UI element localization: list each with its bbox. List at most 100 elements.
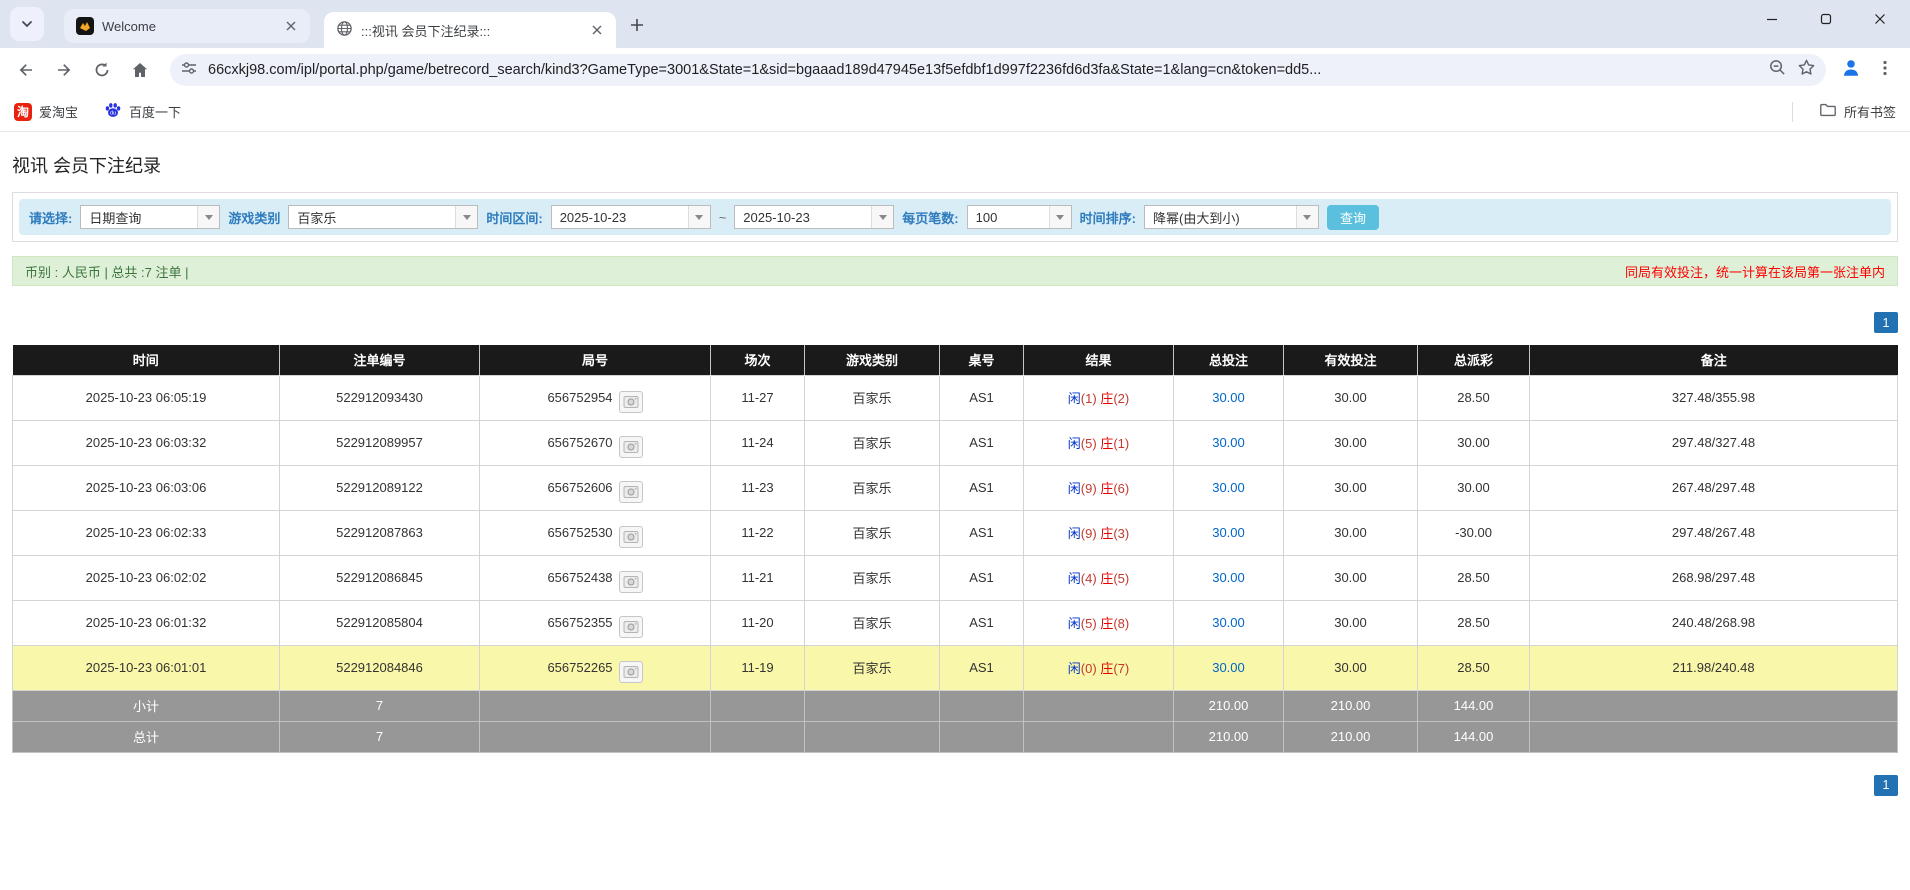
profile-icon[interactable] bbox=[1840, 57, 1862, 84]
round-number: 656752954 bbox=[547, 390, 612, 405]
page-size-select[interactable]: 100 bbox=[967, 205, 1072, 229]
total-bet-link[interactable]: 30.00 bbox=[1212, 480, 1245, 495]
bookmark-label: 爱淘宝 bbox=[39, 102, 78, 121]
bet-table-body: 2025-10-23 06:05:19 522912093430 6567529… bbox=[13, 375, 1898, 752]
total-bet-link[interactable]: 30.00 bbox=[1212, 570, 1245, 585]
round-cell: 656752954 bbox=[480, 375, 711, 420]
home-button[interactable] bbox=[124, 54, 156, 86]
payout: -30.00 bbox=[1418, 510, 1530, 555]
tab-search-button[interactable] bbox=[10, 7, 44, 41]
close-button[interactable] bbox=[1866, 5, 1894, 33]
address-bar[interactable]: 66cxkj98.com/ipl/portal.php/game/betreco… bbox=[170, 54, 1826, 86]
total-bet-link[interactable]: 30.00 bbox=[1212, 525, 1245, 540]
url-text[interactable]: 66cxkj98.com/ipl/portal.php/game/betreco… bbox=[208, 62, 1758, 78]
total-bet-link[interactable]: 30.00 bbox=[1212, 615, 1245, 630]
page-number-button[interactable]: 1 bbox=[1874, 312, 1898, 333]
table-number: AS1 bbox=[940, 600, 1024, 645]
bookmark-label: 百度一下 bbox=[129, 102, 181, 121]
total-bet-link[interactable]: 30.00 bbox=[1212, 435, 1245, 450]
date-from-input[interactable]: 2025-10-23 bbox=[551, 205, 711, 229]
page-number-button[interactable]: 1 bbox=[1874, 775, 1898, 796]
round-cell: 656752530 bbox=[480, 510, 711, 555]
player-score: (5) bbox=[1081, 616, 1097, 631]
bet-number: 522912084846 bbox=[280, 645, 480, 690]
player-score: (0) bbox=[1081, 661, 1097, 676]
new-tab-button[interactable] bbox=[622, 10, 652, 40]
round-video-icon[interactable] bbox=[619, 526, 643, 548]
summary-count: 7 bbox=[280, 721, 480, 752]
bookmark-star-icon[interactable] bbox=[1797, 58, 1816, 82]
round-number: 656752265 bbox=[547, 660, 612, 675]
total-bet-cell: 30.00 bbox=[1174, 420, 1284, 465]
table-number: AS1 bbox=[940, 465, 1024, 510]
result-cell: 闲(5) 庄(1) bbox=[1024, 420, 1174, 465]
chevron-down-icon[interactable] bbox=[1049, 206, 1071, 228]
query-mode-select[interactable]: 日期查询 bbox=[80, 205, 220, 229]
chevron-down-icon[interactable] bbox=[455, 206, 477, 228]
tab-close-icon[interactable] bbox=[588, 21, 606, 39]
result-cell: 闲(0) 庄(7) bbox=[1024, 645, 1174, 690]
all-bookmarks-button[interactable]: 所有书签 bbox=[1819, 101, 1896, 122]
currency-summary-text: 币别 : 人民币 | 总共 :7 注单 | bbox=[25, 262, 189, 281]
column-header: 场次 bbox=[711, 345, 805, 375]
bet-time: 2025-10-23 06:03:32 bbox=[13, 420, 280, 465]
remark: 297.48/267.48 bbox=[1530, 510, 1898, 555]
total-bet-link[interactable]: 30.00 bbox=[1212, 390, 1245, 405]
tab-welcome[interactable]: Welcome bbox=[64, 9, 310, 43]
pagination-bottom: 1 bbox=[12, 775, 1898, 796]
summary-row: 总计 7 210.00 210.00 144.00 bbox=[13, 721, 1898, 752]
menu-kebab-icon[interactable] bbox=[1876, 59, 1894, 82]
maximize-button[interactable] bbox=[1812, 5, 1840, 33]
chevron-down-icon[interactable] bbox=[871, 206, 893, 228]
round-video-icon[interactable] bbox=[619, 661, 643, 683]
game-category: 百家乐 bbox=[805, 510, 940, 555]
chevron-down-icon[interactable] bbox=[688, 206, 710, 228]
banker-result-label: 庄 bbox=[1100, 526, 1113, 541]
summary-valid-bet: 210.00 bbox=[1284, 690, 1418, 721]
welcome-favicon-icon bbox=[76, 17, 94, 35]
table-row: 2025-10-23 06:01:32 522912085804 6567523… bbox=[13, 600, 1898, 645]
round-video-icon[interactable] bbox=[619, 616, 643, 638]
column-header: 桌号 bbox=[940, 345, 1024, 375]
reload-button[interactable] bbox=[86, 54, 118, 86]
date-range-label: 时间区间: bbox=[486, 208, 542, 227]
tab-close-icon[interactable] bbox=[282, 17, 300, 35]
minimize-button[interactable] bbox=[1758, 5, 1786, 33]
toolbar-right bbox=[1840, 57, 1900, 84]
site-info-icon[interactable] bbox=[180, 59, 198, 82]
all-bookmarks-label: 所有书签 bbox=[1844, 102, 1896, 121]
total-bet-link[interactable]: 30.00 bbox=[1212, 660, 1245, 675]
info-bar: 币别 : 人民币 | 总共 :7 注单 | 同局有效投注，统一计算在该局第一张注… bbox=[12, 256, 1898, 286]
round-video-icon[interactable] bbox=[619, 436, 643, 458]
table-row: 2025-10-23 06:02:33 522912087863 6567525… bbox=[13, 510, 1898, 555]
game-category: 百家乐 bbox=[805, 420, 940, 465]
zoom-out-icon[interactable] bbox=[1768, 58, 1787, 82]
bookmark-baidu[interactable]: du 百度一下 bbox=[104, 101, 181, 122]
bookmark-taobao[interactable]: 淘 爱淘宝 bbox=[14, 102, 78, 121]
game-type-select[interactable]: 百家乐 bbox=[288, 205, 478, 229]
chevron-down-icon[interactable] bbox=[1296, 206, 1318, 228]
search-button[interactable]: 查询 bbox=[1327, 205, 1379, 230]
chevron-down-icon[interactable] bbox=[197, 206, 219, 228]
round-video-icon[interactable] bbox=[619, 391, 643, 413]
taobao-icon: 淘 bbox=[14, 103, 32, 121]
round-video-icon[interactable] bbox=[619, 571, 643, 593]
browser-toolbar: 66cxkj98.com/ipl/portal.php/game/betreco… bbox=[0, 48, 1910, 92]
round-number: 656752530 bbox=[547, 525, 612, 540]
round-video-icon[interactable] bbox=[619, 481, 643, 503]
summary-total-bet: 210.00 bbox=[1174, 690, 1284, 721]
tab-betrecord[interactable]: :::视讯 会员下注纪录::: bbox=[324, 12, 616, 48]
column-header: 局号 bbox=[480, 345, 711, 375]
summary-row: 小计 7 210.00 210.00 144.00 bbox=[13, 690, 1898, 721]
tab-title: Welcome bbox=[102, 19, 274, 34]
date-to-input[interactable]: 2025-10-23 bbox=[734, 205, 894, 229]
total-bet-cell: 30.00 bbox=[1174, 510, 1284, 555]
forward-button[interactable] bbox=[48, 54, 80, 86]
info-notice-text: 同局有效投注，统一计算在该局第一张注单内 bbox=[1625, 262, 1885, 281]
back-button[interactable] bbox=[10, 54, 42, 86]
sort-select[interactable]: 降幂(由大到小) bbox=[1144, 205, 1319, 229]
player-result-label: 闲 bbox=[1068, 481, 1081, 496]
round-cell: 656752670 bbox=[480, 420, 711, 465]
total-bet-cell: 30.00 bbox=[1174, 375, 1284, 420]
banker-score: (2) bbox=[1113, 391, 1129, 406]
